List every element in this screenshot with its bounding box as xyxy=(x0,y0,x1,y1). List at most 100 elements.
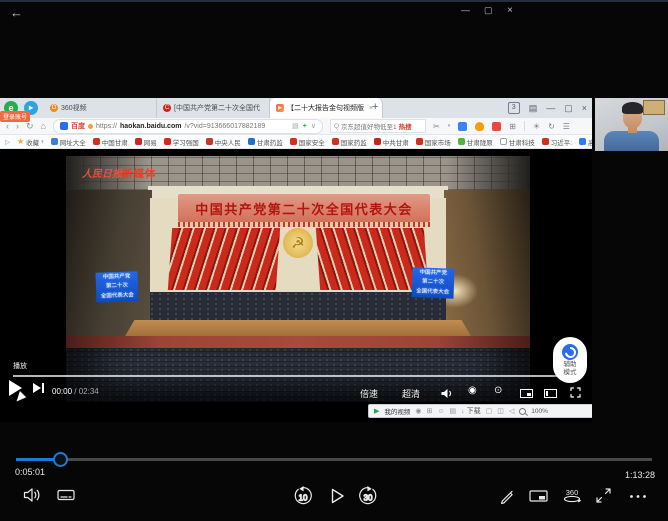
next-video-button[interactable] xyxy=(33,383,44,393)
caret-icon: ▾ xyxy=(448,123,451,129)
bookmark-item[interactable]: 中央人民 xyxy=(206,137,241,147)
bookmark-item[interactable]: 网易 xyxy=(135,137,157,147)
bookmark-item[interactable]: 甘肃药监 xyxy=(248,137,283,147)
url-field[interactable]: 百度 https://haokan.baidu.com/v?vid=913666… xyxy=(53,119,323,134)
bookmark-item[interactable]: 习近平: xyxy=(542,137,572,147)
bookmark-item[interactable]: 网址大全 xyxy=(51,137,86,147)
bookmark-item[interactable]: 甘肃陇原 xyxy=(458,137,493,147)
bookmark-item[interactable]: 中国甘肃 xyxy=(93,137,128,147)
bookmark-label: 网址大全 xyxy=(60,137,86,147)
title-bar-accent xyxy=(0,0,668,2)
play-button[interactable] xyxy=(329,487,345,505)
video-picture[interactable]: 中国共产党第二十次全国代表大会 ☭ 中国共产党第二十次全国代表大会 中国共产党第… xyxy=(66,156,530,402)
my-video-label[interactable]: 我的视频 xyxy=(384,406,410,416)
minimize-button[interactable]: — xyxy=(461,5,470,15)
timeline-knob[interactable] xyxy=(53,452,68,467)
url-dropdown-icon[interactable]: ∨ xyxy=(311,122,316,130)
search-suggestion: 京东超值好物低至1 xyxy=(341,121,397,131)
timeline-track[interactable] xyxy=(16,458,652,461)
history-undo-icon[interactable]: ↻ xyxy=(548,122,555,131)
bookmark-item[interactable]: 国家安全 xyxy=(290,137,325,147)
page-volume-icon[interactable] xyxy=(440,388,454,399)
browser-minimize-button[interactable]: — xyxy=(546,103,555,113)
bookmark-item[interactable]: 中共甘肃 xyxy=(374,137,409,147)
refresh-icon[interactable]: ↻ xyxy=(26,121,34,132)
tab-favicon: ▶ xyxy=(276,104,284,112)
bookmark-item[interactable]: 国家市场 xyxy=(416,137,451,147)
window-icon[interactable]: ◫ xyxy=(497,407,504,415)
sidebar-pin-icon[interactable]: ▷ xyxy=(5,138,10,146)
speed-button[interactable]: 倍速 xyxy=(360,387,378,400)
360-view-button[interactable]: 360 xyxy=(562,487,582,504)
tab-360-video[interactable]: O 360视频 xyxy=(44,98,157,118)
reading-list-icon[interactable]: ▤ xyxy=(292,122,299,130)
tab-congress-news[interactable]: C [中国共产党第二十次全国代 xyxy=(157,98,270,118)
print-icon[interactable]: ▢ xyxy=(486,407,493,415)
theme-sun-icon[interactable]: ☀ xyxy=(533,122,540,131)
tab-report-video[interactable]: ▶ 【二十大报告金句视频版 × xyxy=(270,98,383,118)
download-button[interactable]: ↓ 下载 xyxy=(461,406,480,416)
close-button[interactable]: × xyxy=(507,5,513,16)
page-fullscreen-icon[interactable] xyxy=(570,387,581,398)
film-icon[interactable]: ▤ xyxy=(450,407,457,415)
nav-forward-icon[interactable]: › xyxy=(16,121,19,131)
webcam-video[interactable] xyxy=(595,98,668,151)
browser-maximize-button[interactable]: ▢ xyxy=(564,103,573,114)
maximize-button[interactable]: ▢ xyxy=(484,5,493,16)
screenshot-circle-icon[interactable]: ◉ xyxy=(468,385,477,396)
bookmark-favicon xyxy=(332,138,339,145)
apps-grid-icon[interactable]: ⊞ xyxy=(509,122,516,131)
volume-icon[interactable] xyxy=(22,487,42,503)
back-button[interactable]: ← xyxy=(10,5,23,20)
ink-pen-button[interactable] xyxy=(499,488,515,504)
hot-search-label: 热搜 xyxy=(399,121,412,131)
leadership-rows xyxy=(150,292,446,320)
picture-frame xyxy=(643,100,665,115)
bookmark-item[interactable]: 甘肃科技 xyxy=(500,137,535,147)
new-tab-button[interactable]: + xyxy=(372,101,378,113)
browser-video-toolbar: ▶ 我的视频 ◉ ⊞ ☺ ▤ ↓ 下载 ▢ ◫ ◁ 100% xyxy=(368,404,592,418)
svg-text:30: 30 xyxy=(364,494,373,503)
shield-icon[interactable]: ◉ xyxy=(415,407,421,415)
browser-close-button[interactable]: × xyxy=(582,103,587,113)
forward-30-button[interactable]: 30 xyxy=(357,486,379,506)
bookmark-item[interactable]: 国家药监 xyxy=(332,137,367,147)
fullscreen-button[interactable] xyxy=(595,487,612,504)
pip-icon[interactable] xyxy=(520,389,533,398)
tab-count-badge[interactable]: 3 xyxy=(508,102,520,114)
favorites-button[interactable]: ★ 收藏 ▾ xyxy=(17,137,44,147)
congress-banner: 中国共产党第二十次全国代表大会 xyxy=(178,194,430,222)
more-options-button[interactable] xyxy=(629,494,647,499)
page-video-player[interactable]: 中国共产党第二十次全国代表大会 ☭ 中国共产党第二十次全国代表大会 中国共产党第… xyxy=(0,149,592,422)
login-badge[interactable]: 登录账号 xyxy=(0,111,30,122)
assist-mode-button[interactable]: 辅助模式 xyxy=(553,337,587,383)
zoom-magnifier-icon[interactable] xyxy=(519,408,526,415)
subtitles-icon[interactable] xyxy=(57,489,75,502)
zoom-level[interactable]: 100% xyxy=(531,408,548,415)
save-icon[interactable]: ⊞ xyxy=(427,407,433,415)
bookmark-favicon xyxy=(374,138,381,145)
bookmark-item[interactable]: 高德地图 xyxy=(579,137,592,147)
bookmark-favicon xyxy=(290,138,297,145)
rewind-10-button[interactable]: 10 xyxy=(292,486,314,506)
nav-back-icon[interactable]: ‹ xyxy=(6,121,9,131)
search-input[interactable]: Q 京东超值好物低至1 热搜 xyxy=(330,119,426,133)
mini-view-button[interactable] xyxy=(529,490,548,502)
tab-stack-icon[interactable]: ▤ xyxy=(529,103,538,114)
shield-extension-icon[interactable] xyxy=(475,122,484,131)
bookmark-item[interactable]: 学习强国 xyxy=(164,137,199,147)
screenshot-icon[interactable]: ✂ xyxy=(433,122,440,131)
bookmark-add-icon[interactable]: + xyxy=(303,123,307,130)
record-circle-icon[interactable]: ⊙ xyxy=(494,385,502,396)
menu-icon[interactable]: ☰ xyxy=(563,122,570,131)
theater-mode-icon[interactable] xyxy=(544,389,557,398)
page-seek-bar[interactable] xyxy=(13,375,579,377)
mute-icon[interactable]: ◁ xyxy=(509,407,514,415)
bookmark-label: 学习强国 xyxy=(173,137,199,147)
home-icon[interactable]: ⌂ xyxy=(41,121,46,131)
emoji-icon[interactable]: ☺ xyxy=(437,408,444,415)
game-extension-icon[interactable] xyxy=(492,122,501,131)
current-time: 0:05:01 xyxy=(15,467,45,477)
quality-button[interactable]: 超清 xyxy=(402,387,420,400)
extension-blue-icon[interactable] xyxy=(458,122,467,131)
